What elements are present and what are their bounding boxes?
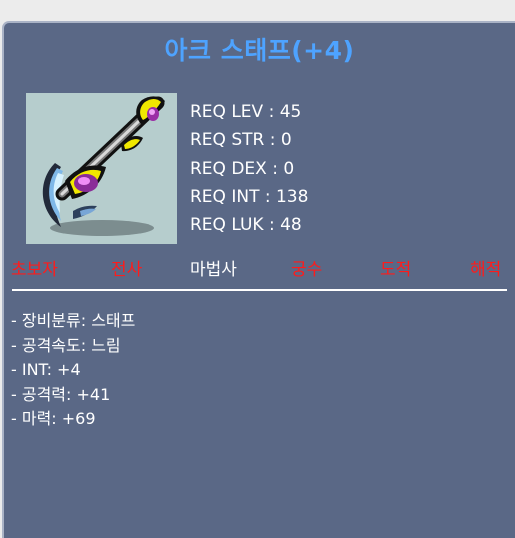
item-tooltip-panel: 아크 스태프(+4) REQ LEV : 45 REQ STR : 0 REQ … [2, 21, 515, 538]
item-title: 아크 스태프(+4) [164, 36, 355, 65]
job-requirements-row: 초보자 전사 마법사 궁수 도적 해적 [4, 256, 515, 284]
magic-power: - 마력: +69 [11, 409, 96, 428]
equipment-type: - 장비분류: 스태프 [11, 311, 136, 330]
req-int: REQ INT : 138 [190, 186, 309, 207]
item-details-list: - 장비분류: 스태프 - 공격속도: 느림 - INT: +4 - 공격력: … [11, 309, 135, 432]
job-thief: 도적 [380, 260, 412, 280]
job-pirate: 해적 [470, 260, 502, 280]
attack-speed: - 공격속도: 느림 [11, 335, 121, 355]
job-bowman: 궁수 [291, 260, 323, 280]
attack-power: - 공격력: +41 [11, 384, 111, 404]
section-divider [12, 289, 507, 291]
int-bonus: - INT: +4 [11, 360, 81, 379]
job-magician: 마법사 [190, 260, 237, 280]
requirements-list: REQ LEV : 45 REQ STR : 0 REQ DEX : 0 REQ… [190, 98, 308, 239]
job-beginner: 초보자 [11, 260, 58, 280]
req-level: REQ LEV : 45 [190, 102, 302, 122]
req-dex: REQ DEX : 0 [190, 158, 295, 179]
req-str: REQ STR : 0 [190, 130, 292, 151]
arc-staff-weapon-icon [26, 93, 177, 244]
req-luk: REQ LUK : 48 [190, 215, 302, 236]
job-warrior: 전사 [111, 260, 143, 280]
